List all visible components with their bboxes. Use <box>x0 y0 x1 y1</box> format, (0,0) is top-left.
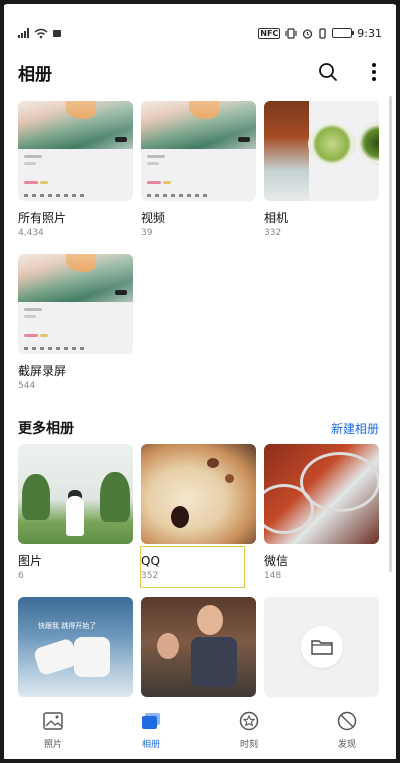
album-thumbnail <box>18 444 133 544</box>
app-header: 相册 <box>18 58 386 86</box>
album-name: 相机 <box>264 211 289 225</box>
album-count: 4,434 <box>18 228 44 238</box>
vibrate-icon <box>285 27 297 39</box>
battery-icon <box>332 28 355 38</box>
moments-icon <box>239 711 259 731</box>
album-screenshots[interactable]: 截屏录屏 544 <box>18 254 133 392</box>
photo-icon <box>43 712 63 730</box>
nav-moments[interactable]: 时刻 <box>214 710 284 750</box>
album-count: 6 <box>18 571 24 581</box>
album-videos[interactable]: 视频 39 <box>141 101 256 239</box>
album-icon <box>142 713 160 729</box>
album-thumbnail <box>141 444 256 544</box>
album-name: 视频 <box>141 211 166 225</box>
search-icon <box>319 63 337 81</box>
album-thumbnail: 快跟我 跳得开始了 <box>18 597 133 697</box>
album-thumbnail <box>141 101 256 201</box>
scrollbar[interactable] <box>389 96 392 572</box>
bottom-navigation: 照片 相册 时刻 发现 <box>4 702 396 759</box>
album-wechat[interactable]: 微信 148 <box>264 444 379 582</box>
open-folder-button[interactable] <box>300 626 343 668</box>
more-vertical-icon <box>372 63 376 81</box>
album-pictures[interactable]: 图片 6 <box>18 444 133 582</box>
album-thumbnail <box>18 101 133 201</box>
album-thumbnail <box>141 597 256 697</box>
album-camera[interactable]: 相机 332 <box>264 101 379 239</box>
discover-icon <box>337 711 357 731</box>
album-count: 332 <box>264 228 282 238</box>
album-dance-video[interactable]: 快跟我 跳得开始了 <box>18 597 133 697</box>
album-thumbnail <box>264 444 379 544</box>
more-options-button[interactable] <box>362 60 386 84</box>
nav-photos[interactable]: 照片 <box>18 710 88 750</box>
nfc-icon: NFC <box>258 27 281 39</box>
album-count: 544 <box>18 381 36 391</box>
nav-discover[interactable]: 发现 <box>312 710 382 750</box>
status-bar: NFC 9:31 <box>18 24 382 42</box>
device-frame-bottom <box>0 759 400 763</box>
album-thumbnail <box>264 597 379 697</box>
album-count: 39 <box>141 228 153 238</box>
alarm-icon <box>303 28 313 39</box>
search-button[interactable] <box>316 60 340 84</box>
album-name: 图片 <box>18 554 43 568</box>
nav-label: 发现 <box>337 740 356 750</box>
folder-icon <box>310 640 333 655</box>
album-qq[interactable]: QQ 352 <box>141 444 256 582</box>
album-name: 截屏录屏 <box>18 364 67 378</box>
section-title: 更多相册 <box>18 421 74 437</box>
notification-icon <box>53 29 61 37</box>
album-count: 148 <box>264 571 282 581</box>
album-count: 352 <box>141 571 159 581</box>
album-people[interactable] <box>141 597 256 697</box>
device-frame-right <box>396 0 400 763</box>
device-frame-top <box>0 0 400 12</box>
album-thumbnail <box>18 254 133 354</box>
nav-label: 时刻 <box>239 740 258 750</box>
album-name: 微信 <box>264 554 289 568</box>
device-frame-left <box>0 0 4 763</box>
signal-icon <box>18 28 29 38</box>
album-name: QQ <box>141 554 160 568</box>
mute-icon <box>319 27 326 39</box>
nav-label: 照片 <box>43 740 62 750</box>
video-caption: 快跟我 跳得开始了 <box>38 622 97 630</box>
album-name: 所有照片 <box>18 211 67 225</box>
album-all-photos[interactable]: 所有照片 4,434 <box>18 101 133 239</box>
album-thumbnail <box>264 101 379 201</box>
nav-albums[interactable]: 相册 <box>116 710 186 750</box>
nav-label: 相册 <box>141 740 160 750</box>
more-albums-header: 更多相册 新建相册 <box>18 418 379 438</box>
wifi-icon <box>34 28 48 38</box>
new-album-button[interactable]: 新建相册 <box>331 420 379 437</box>
page-title: 相册 <box>18 64 52 85</box>
status-time: 9:31 <box>357 26 382 40</box>
album-other[interactable] <box>264 597 379 697</box>
